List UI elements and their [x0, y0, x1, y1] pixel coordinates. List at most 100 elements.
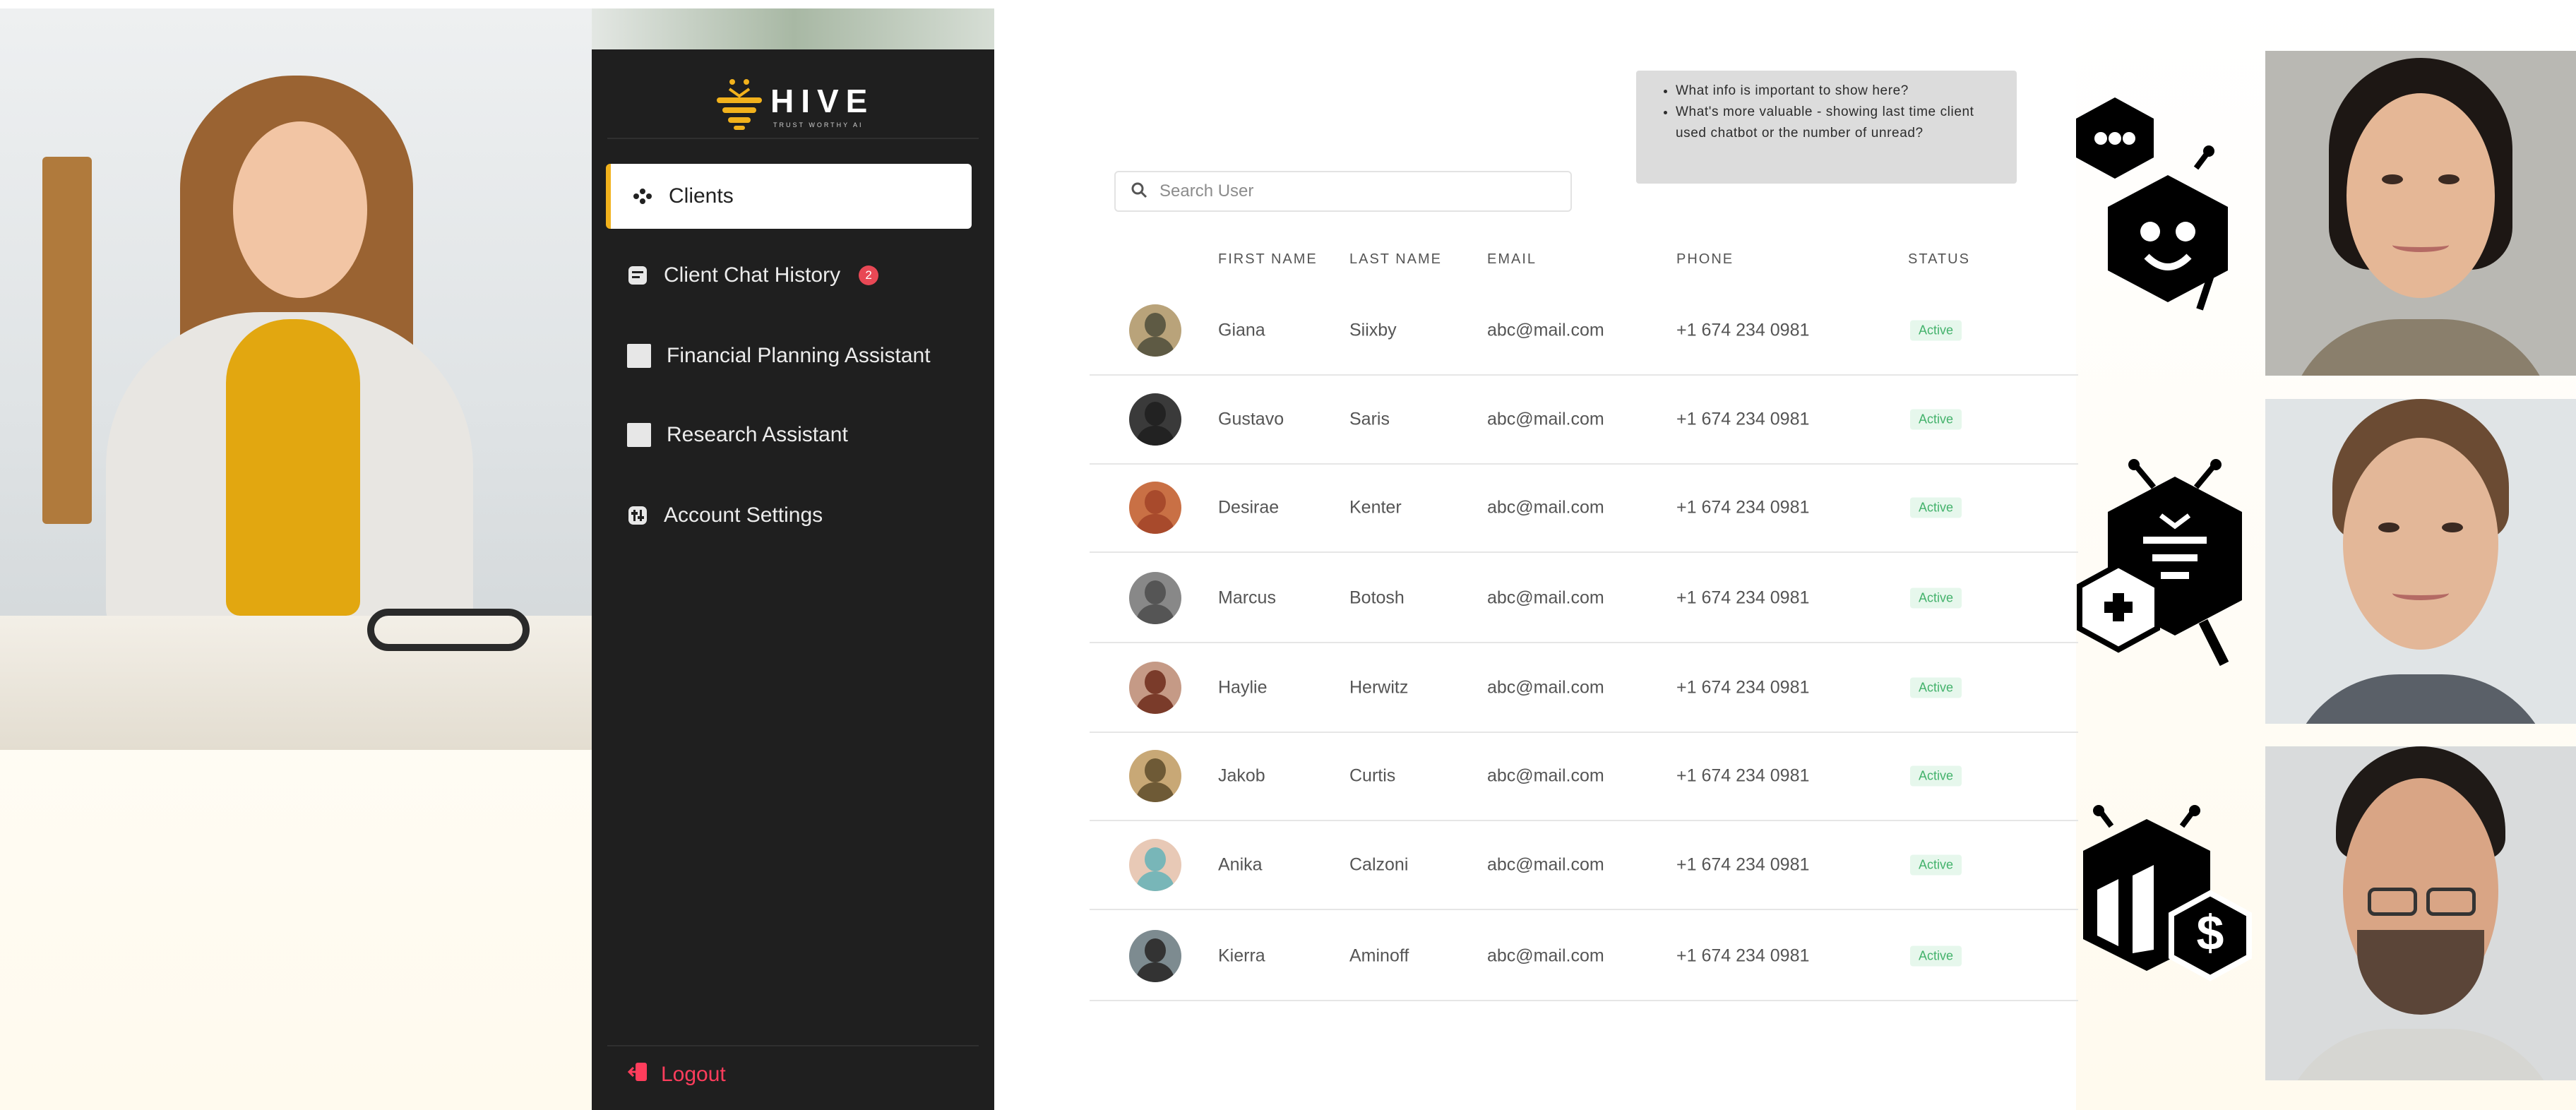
design-note: What info is important to show here? Wha… [1636, 71, 2017, 184]
cell-phone: +1 674 234 0981 [1676, 409, 1810, 429]
cell-last-name: Curtis [1349, 765, 1396, 786]
table-row[interactable]: Anika Calzoni abc@mail.com +1 674 234 09… [1090, 821, 2078, 910]
status-badge: Active [1910, 409, 1962, 430]
status-badge: Active [1910, 587, 1962, 609]
avatar [1129, 839, 1181, 891]
avatar [1129, 304, 1181, 357]
finance-hive-icon: $ [2083, 805, 2252, 981]
column-header-status[interactable]: STATUS [1908, 251, 1970, 268]
table-row[interactable]: Jakob Curtis abc@mail.com +1 674 234 098… [1090, 732, 2078, 821]
square-icon [627, 344, 651, 368]
sidebar-item-label: Research Assistant [667, 423, 848, 446]
cell-first-name: Marcus [1218, 587, 1276, 608]
note-line: What's more valuable - showing last time… [1676, 102, 2000, 144]
main-content: What info is important to show here? Wha… [994, 0, 2078, 1110]
cell-phone: +1 674 234 0981 [1676, 945, 1810, 966]
cell-last-name: Herwitz [1349, 677, 1409, 698]
logout-label: Logout [661, 1063, 726, 1086]
column-header-last-name[interactable]: LAST NAME [1349, 251, 1442, 268]
table-row[interactable]: Desirae Kenter abc@mail.com +1 674 234 0… [1090, 464, 2078, 553]
cell-phone: +1 674 234 0981 [1676, 765, 1810, 786]
portrait-man [2265, 399, 2576, 724]
cell-first-name: Haylie [1218, 677, 1268, 698]
cell-last-name: Aminoff [1349, 945, 1409, 966]
cell-first-name: Kierra [1218, 945, 1265, 966]
illustrations-panel: $ [2076, 0, 2267, 1110]
cell-phone: +1 674 234 0981 [1676, 854, 1810, 875]
status-badge: Active [1910, 854, 1962, 876]
sidebar-item-research-assistant[interactable]: Research Assistant [606, 402, 972, 467]
cell-first-name: Jakob [1218, 765, 1265, 786]
divider [607, 1045, 979, 1046]
column-header-first-name[interactable]: FIRST NAME [1218, 251, 1318, 268]
cell-last-name: Siixby [1349, 320, 1397, 340]
table-row[interactable]: Kierra Aminoff abc@mail.com +1 674 234 0… [1090, 912, 2078, 1001]
cell-email: abc@mail.com [1487, 945, 1604, 966]
note-line: What info is important to show here? [1676, 80, 2000, 102]
brand-logo[interactable]: HIVE TRUST WORTHY AI [715, 69, 885, 140]
avatar [1129, 930, 1181, 982]
search-icon [1130, 181, 1148, 203]
cell-phone: +1 674 234 0981 [1676, 497, 1810, 518]
square-icon [627, 423, 651, 447]
cell-last-name: Saris [1349, 409, 1390, 429]
users-icon [632, 186, 653, 207]
cell-email: abc@mail.com [1487, 320, 1604, 340]
cell-first-name: Desirae [1218, 497, 1280, 518]
portrait-woman [2265, 51, 2576, 376]
cell-first-name: Gustavo [1218, 409, 1284, 429]
logout-button[interactable]: Logout [627, 1061, 726, 1089]
search-box[interactable] [1114, 171, 1572, 212]
chatbot-icon [2076, 97, 2228, 311]
cell-last-name: Botosh [1349, 587, 1405, 608]
search-input[interactable] [1159, 181, 1555, 201]
sidebar-item-label: Clients [669, 184, 734, 208]
status-badge: Active [1910, 677, 1962, 698]
cell-phone: +1 674 234 0981 [1676, 587, 1810, 608]
cell-first-name: Anika [1218, 854, 1263, 875]
sidebar: HIVE TRUST WORTHY AI Clients Client Chat… [592, 49, 994, 1110]
logout-icon [627, 1061, 650, 1089]
avatar [1129, 572, 1181, 624]
sidebar-item-label: Financial Planning Assistant [667, 344, 931, 367]
status-badge: Active [1910, 945, 1962, 967]
table-row[interactable]: Giana Siixby abc@mail.com +1 674 234 098… [1090, 287, 2078, 376]
table-header: FIRST NAME LAST NAME EMAIL PHONE STATUS [994, 249, 2076, 277]
cell-last-name: Calzoni [1349, 854, 1409, 875]
cell-email: abc@mail.com [1487, 854, 1604, 875]
bee-logo-icon [717, 79, 762, 130]
column-header-phone[interactable]: PHONE [1676, 251, 1734, 268]
cell-email: abc@mail.com [1487, 765, 1604, 786]
table-row[interactable]: Marcus Botosh abc@mail.com +1 674 234 09… [1090, 554, 2078, 643]
sidebar-item-clients[interactable]: Clients [606, 164, 972, 229]
svg-text:$: $ [2197, 905, 2224, 960]
cell-email: abc@mail.com [1487, 497, 1604, 518]
sidebar-item-label: Account Settings [664, 503, 823, 527]
brand-name: HIVE [770, 83, 875, 119]
status-badge: Active [1910, 320, 1962, 341]
avatar [1129, 482, 1181, 534]
sidebar-item-label: Client Chat History [664, 263, 841, 287]
avatar [1129, 393, 1181, 446]
divider [607, 138, 979, 139]
cell-phone: +1 674 234 0981 [1676, 320, 1810, 340]
cell-phone: +1 674 234 0981 [1676, 677, 1810, 698]
sidebar-item-financial-planning-assistant[interactable]: Financial Planning Assistant [606, 323, 972, 388]
column-header-email[interactable]: EMAIL [1487, 251, 1537, 268]
sidebar-item-client-chat-history[interactable]: Client Chat History 2 [606, 243, 972, 308]
status-badge: Active [1910, 497, 1962, 518]
table-row[interactable]: Haylie Herwitz abc@mail.com +1 674 234 0… [1090, 644, 2078, 733]
avatar [1129, 662, 1181, 714]
table-row[interactable]: Gustavo Saris abc@mail.com +1 674 234 09… [1090, 376, 2078, 465]
chat-history-icon [627, 265, 648, 286]
research-hive-icon [2077, 459, 2242, 667]
cell-email: abc@mail.com [1487, 677, 1604, 698]
settings-icon [627, 505, 648, 526]
cell-first-name: Giana [1218, 320, 1265, 340]
unread-count-badge: 2 [859, 265, 879, 285]
avatar [1129, 750, 1181, 802]
sidebar-item-account-settings[interactable]: Account Settings [606, 483, 972, 548]
hero-photo [0, 8, 592, 750]
cell-last-name: Kenter [1349, 497, 1402, 518]
brand-tagline: TRUST WORTHY AI [773, 121, 864, 129]
